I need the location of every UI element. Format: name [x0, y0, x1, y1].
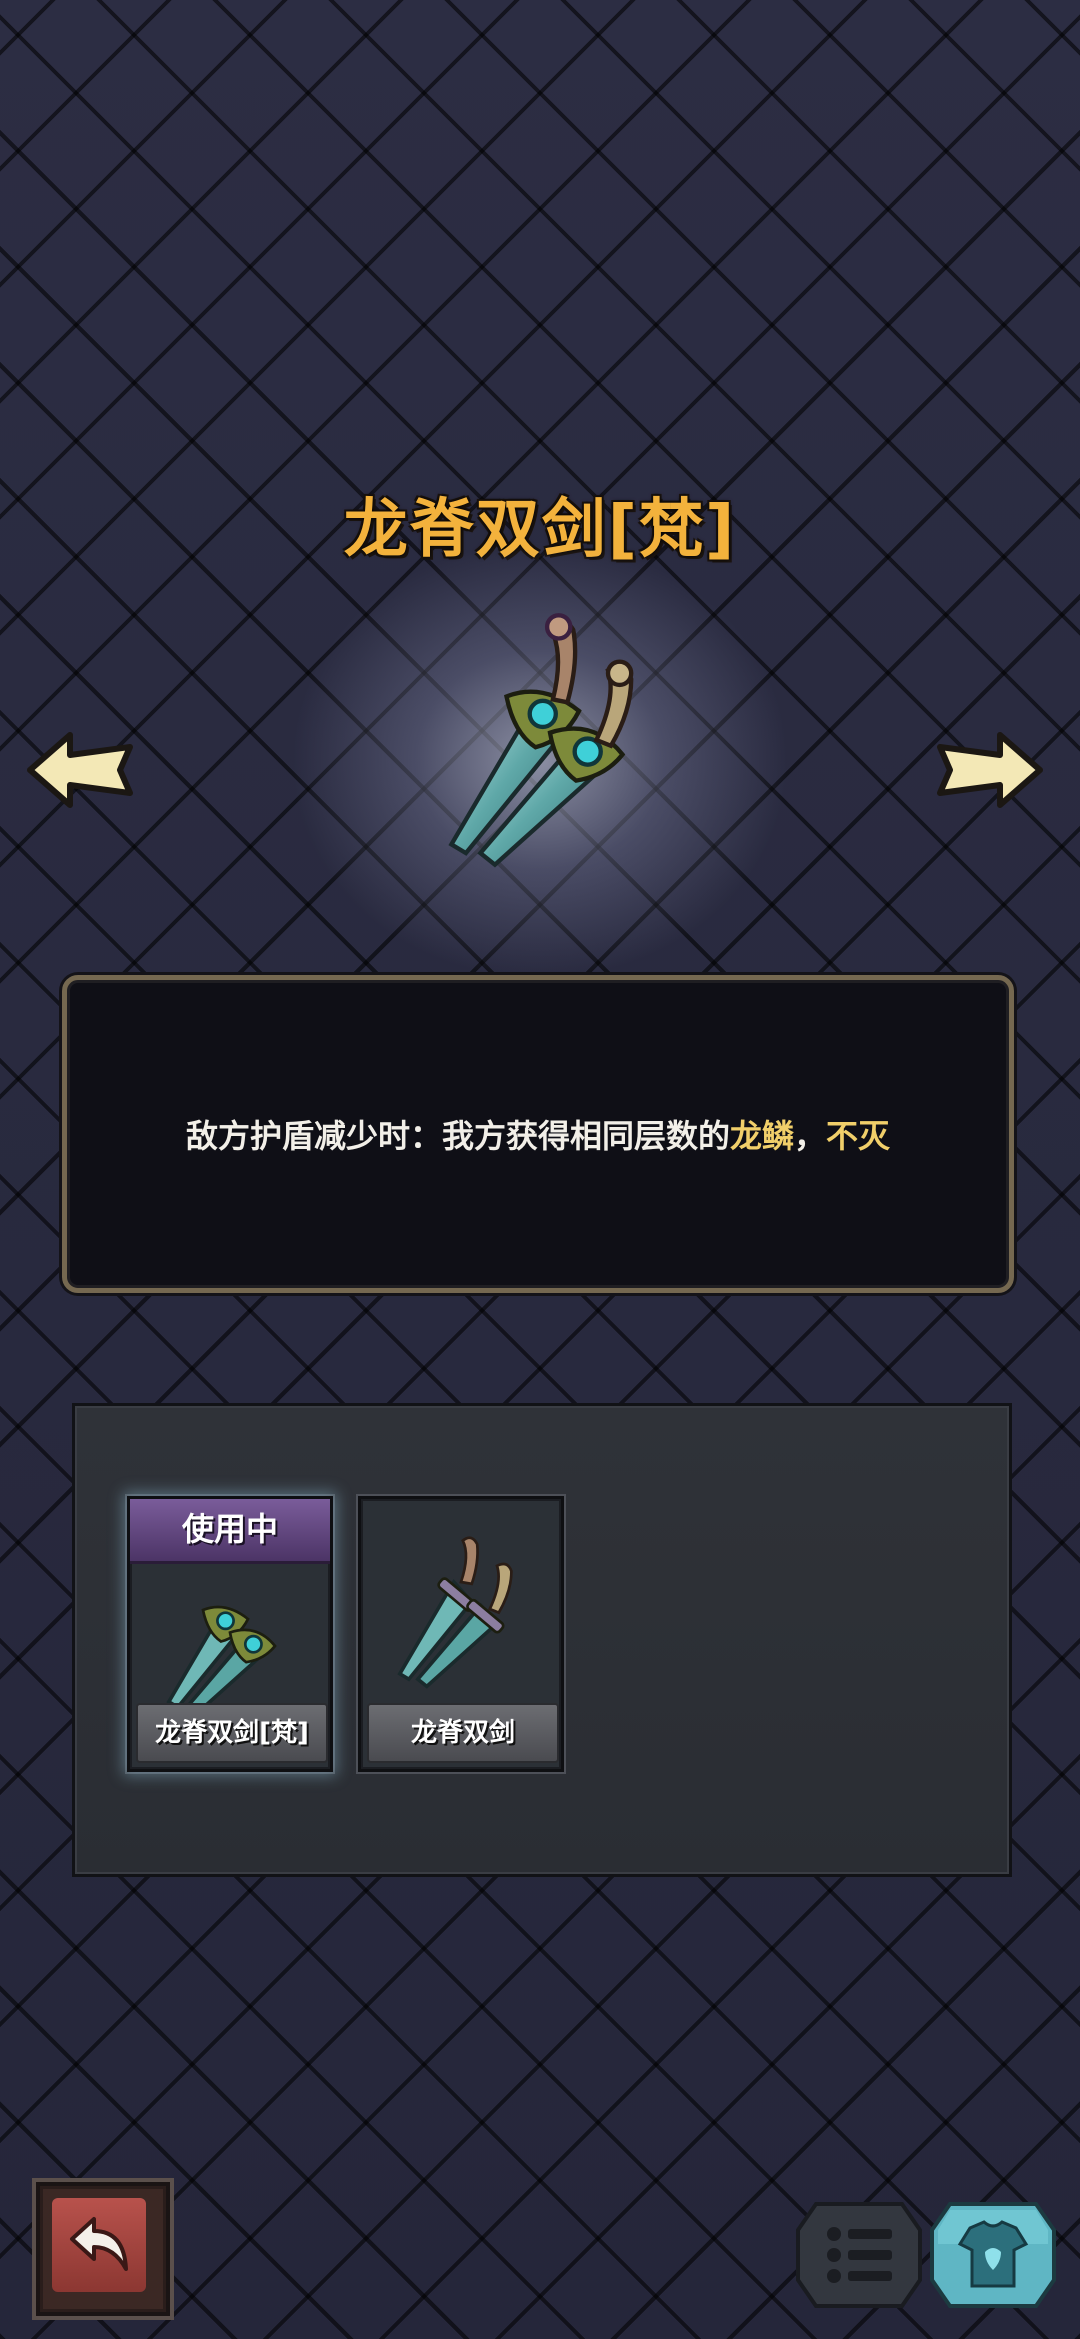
- weapon-card-selected[interactable]: 使用中 龙脊双剑[梵]: [127, 1496, 333, 1772]
- list-icon: [827, 2227, 892, 2283]
- description-main: 敌方护盾减少时：我方获得相同层数的: [185, 1117, 730, 1155]
- description-panel: 敌方护盾减少时：我方获得相同层数的龙鳞，不灭: [62, 975, 1014, 1293]
- twin-dragon-swords-icon: [448, 613, 634, 868]
- back-button[interactable]: [36, 2182, 170, 2316]
- prev-weapon-arrow[interactable]: [22, 725, 142, 815]
- outfit-button[interactable]: [930, 2200, 1056, 2310]
- back-button-face: [52, 2198, 146, 2292]
- twin-dragon-swords-icon: [397, 1536, 513, 1689]
- return-arrow-icon: [70, 2217, 128, 2271]
- keyword-dragon-scale: 龙鳞: [729, 1117, 794, 1155]
- description-separator: ，: [794, 1117, 827, 1155]
- keyword-immortal: 不灭: [826, 1117, 891, 1155]
- list-button[interactable]: [796, 2200, 922, 2310]
- weapon-card-name: 龙脊双剑: [367, 1703, 559, 1763]
- weapon-card[interactable]: 龙脊双剑: [358, 1496, 564, 1772]
- weapon-card-name: 龙脊双剑[梵]: [136, 1703, 328, 1763]
- next-weapon-arrow[interactable]: [928, 725, 1048, 815]
- twin-dragon-swords-icon: [166, 1605, 277, 1717]
- weapon-description: 敌方护盾减少时：我方获得相同层数的龙鳞，不灭: [186, 1111, 890, 1157]
- in-use-badge: 使用中: [130, 1499, 330, 1564]
